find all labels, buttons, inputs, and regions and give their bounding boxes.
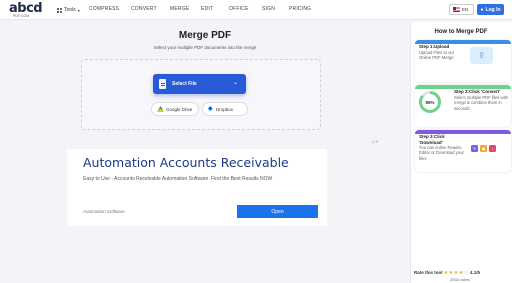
step-description: You can online Reader, Editor or Downloa… xyxy=(419,145,464,161)
upload-icon: ⇪ xyxy=(470,47,493,64)
tools-label: Tools xyxy=(64,7,76,13)
ad-title[interactable]: Automation Accounts Receivable xyxy=(83,155,289,170)
google-drive-icon xyxy=(157,106,164,112)
ad-description: Easy to Use - Accounts Receivable Automa… xyxy=(83,176,273,182)
ad-source: Automation Software xyxy=(83,209,125,214)
tools-menu[interactable]: Tools ▾ xyxy=(57,6,80,14)
dropbox-button[interactable]: ◆ Dropbox xyxy=(202,102,248,116)
edit-icon: ✎ xyxy=(471,145,478,152)
grid-icon xyxy=(57,7,62,13)
download-options: ✎ ▣ ↓ xyxy=(471,145,496,152)
progress-percent: 86% xyxy=(422,94,438,110)
step-description: Select multiple PDF files with merge & c… xyxy=(454,95,508,111)
nav-link-convert[interactable]: CONVERT xyxy=(131,6,157,12)
step-card-upload: Step 1:Upload Upload Files to our Online… xyxy=(415,40,511,82)
select-file-button[interactable]: Select File ⌄ xyxy=(153,74,246,94)
logo-subtext: PDF.COM xyxy=(13,14,30,18)
nav-link-edit[interactable]: EDIT xyxy=(201,6,213,12)
nav-link-sign[interactable]: SIGN xyxy=(262,6,275,12)
nav-link-pricing[interactable]: PRICING xyxy=(289,6,311,12)
google-drive-button[interactable]: Google Drive xyxy=(151,102,199,116)
chevron-down-icon: ▾ xyxy=(77,7,80,13)
star-rating-icon[interactable]: ★★★★☆ xyxy=(444,270,469,276)
dropbox-label: Dropbox xyxy=(216,106,234,112)
google-drive-label: Google Drive xyxy=(166,106,193,112)
us-flag-icon xyxy=(453,7,460,12)
upload-dropzone[interactable] xyxy=(81,59,321,130)
nav-link-merge[interactable]: MERGE xyxy=(170,6,189,12)
step-description: Upload Files to our Online PDF Merge xyxy=(419,50,455,61)
step-title: Step 3:Click 'Download' xyxy=(419,134,445,145)
step-card-download: Step 3:Click 'Download' You can online R… xyxy=(415,130,511,172)
chevron-down-icon[interactable]: ⌄ xyxy=(233,79,238,86)
download-icon: ↓ xyxy=(489,145,496,152)
progress-gauge: 86% xyxy=(419,91,441,113)
nav-link-office[interactable]: OFFICE xyxy=(229,6,249,12)
user-icon: ● xyxy=(480,6,484,13)
language-label: EN xyxy=(462,7,469,12)
login-label: Log In xyxy=(485,6,501,13)
document-icon xyxy=(159,79,166,89)
nav-link-compress[interactable]: COMPRESS xyxy=(89,6,119,12)
select-file-label: Select File xyxy=(172,81,197,87)
votes-count: 2002 votes xyxy=(450,277,470,282)
page-subtitle: Select your multiple PDF documents into … xyxy=(153,45,257,50)
step-title: Step 1:Upload xyxy=(419,44,450,49)
rating-row: Rate this tool ★★★★☆ 4.1/5 xyxy=(414,270,480,276)
login-button[interactable]: ● Log In xyxy=(477,4,504,15)
dropbox-icon: ◆ xyxy=(208,106,213,112)
ad-choices-icon[interactable]: ▷✕ xyxy=(372,139,378,144)
page-title: Merge PDF xyxy=(178,30,232,41)
sidebar-title: How to Merge PDF xyxy=(434,29,488,35)
site-logo[interactable]: abcd PDF.COM xyxy=(9,2,45,18)
rating-value: 4.1/5 xyxy=(469,270,480,275)
step-title: Step 2:Click 'Convert' xyxy=(454,89,501,94)
ad-open-button[interactable]: Open xyxy=(237,205,318,218)
ad-open-label: Open xyxy=(271,208,284,215)
lock-icon: ▣ xyxy=(480,145,487,152)
rating-label: Rate this tool xyxy=(414,270,443,275)
top-navbar: abcd PDF.COM Tools ▾ COMPRESS CONVERT ME… xyxy=(0,0,512,20)
language-selector[interactable]: EN xyxy=(449,4,474,15)
